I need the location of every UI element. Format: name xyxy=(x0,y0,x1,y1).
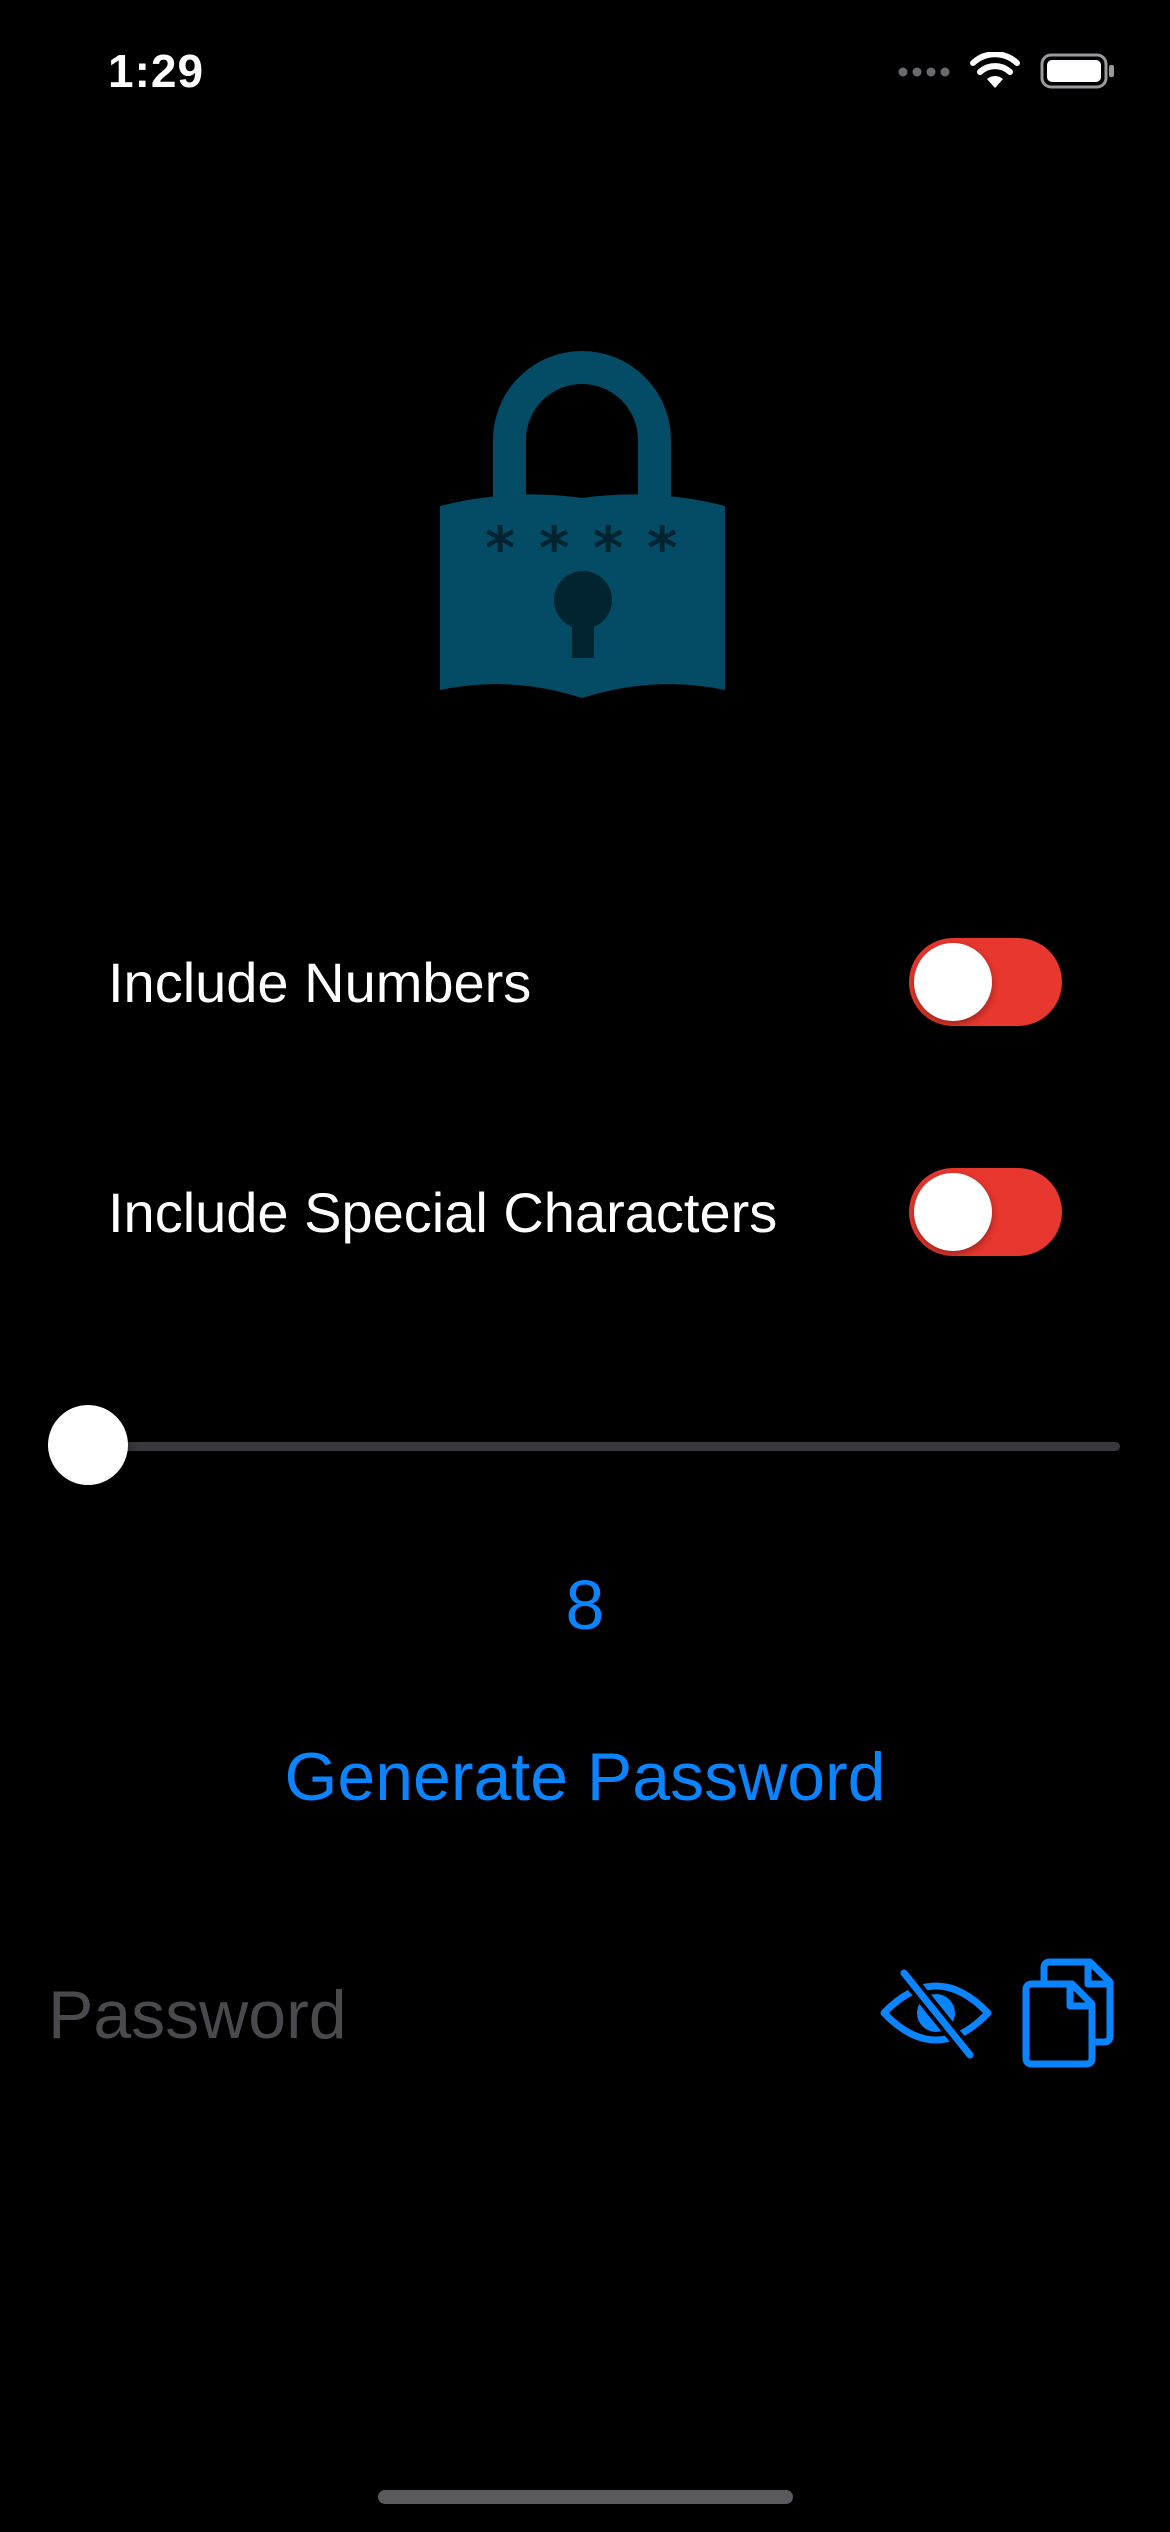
copy-password-button[interactable] xyxy=(1018,1950,1118,2080)
include-special-characters-row: Include Special Characters xyxy=(108,1167,1062,1257)
status-bar-time: 1:29 xyxy=(108,45,205,97)
include-numbers-label: Include Numbers xyxy=(108,950,532,1014)
eye-slash-icon xyxy=(878,1965,994,2066)
generate-password-button[interactable]: Generate Password xyxy=(200,1738,970,1816)
slider-thumb[interactable] xyxy=(48,1405,128,1485)
toggle-knob xyxy=(914,943,992,1021)
toggle-visibility-button[interactable] xyxy=(878,1950,994,2080)
password-length-value: 8 xyxy=(565,1566,605,1644)
password-length-slider[interactable] xyxy=(48,1405,1120,1485)
toggle-knob xyxy=(914,1173,992,1251)
include-numbers-row: Include Numbers xyxy=(108,937,1062,1027)
lock-asterisk-icon: * * * * xyxy=(440,351,725,712)
cellular-signal-icon xyxy=(898,65,950,83)
home-indicator xyxy=(378,2490,793,2504)
lock-illustration: * * * * xyxy=(440,338,725,708)
svg-text:*: * xyxy=(593,514,623,582)
password-field[interactable] xyxy=(48,1965,828,2065)
battery-icon xyxy=(1040,53,1116,94)
wifi-icon xyxy=(970,51,1020,95)
svg-text:*: * xyxy=(539,514,569,582)
include-numbers-toggle[interactable] xyxy=(909,938,1062,1026)
svg-text:*: * xyxy=(485,514,515,582)
svg-text:*: * xyxy=(647,514,677,582)
status-bar-icons xyxy=(898,51,1116,95)
include-special-characters-toggle[interactable] xyxy=(909,1168,1062,1256)
slider-track xyxy=(48,1442,1120,1451)
include-special-characters-label: Include Special Characters xyxy=(108,1180,778,1244)
copy-icon xyxy=(1022,1958,1114,2073)
